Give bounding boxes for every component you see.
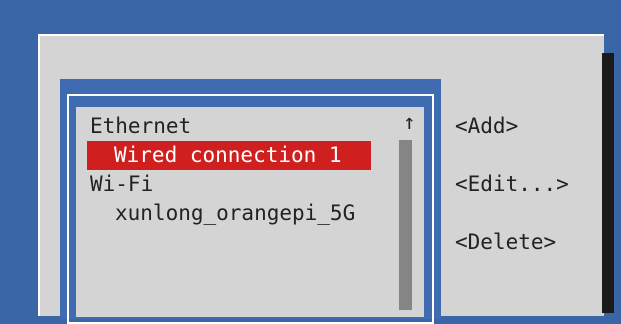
group-header-wifi: Wi-Fi xyxy=(90,172,154,196)
edit-button[interactable]: <Edit...> xyxy=(455,170,569,199)
list-item-wired-connection-1[interactable]: Wired connection 1 xyxy=(87,141,371,170)
scrollbar-track[interactable] xyxy=(399,140,412,310)
scroll-up-arrow-icon[interactable]: ↑ xyxy=(403,110,416,134)
delete-button[interactable]: <Delete> xyxy=(455,228,556,257)
group-header-ethernet: Ethernet xyxy=(90,114,192,138)
dialog-shadow xyxy=(602,53,614,313)
add-button[interactable]: <Add> xyxy=(455,112,518,141)
list-item-xunlong-orangepi-5g[interactable]: xunlong_orangepi_5G xyxy=(115,199,355,228)
